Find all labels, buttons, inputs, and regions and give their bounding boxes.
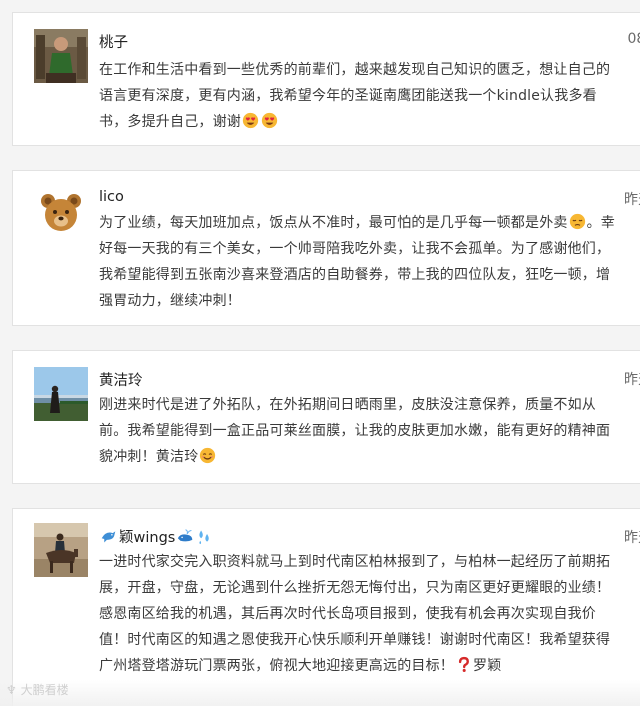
watermark-text: 大鹏看楼 <box>20 683 69 697</box>
comment-card: lico 昨天 为了业绩，每天加班加点，饭点从不准时，最可怕的是几乎每一顿都是外… <box>12 170 640 326</box>
dolphin-icon <box>100 528 117 545</box>
heart-eyes-icon <box>261 112 278 129</box>
comment-text: 为了业绩，每天加班加点，饭点从不准时，最可怕的是几乎每一顿都是外卖 。幸好每一天我… <box>99 210 619 314</box>
comment-card: 颖wings 昨天 一进时代家交完入职资料就马上到时代南区柏林报到了，与柏林一起… <box>12 508 640 706</box>
pensive-face-icon <box>569 213 586 230</box>
heart-eyes-icon <box>242 112 259 129</box>
timestamp: 08: <box>627 31 640 47</box>
avatar[interactable] <box>34 29 88 83</box>
comment-text: 刚进来时代是进了外拓队，在外拓期间日晒雨里，皮肤没注意保养，质量不如从前。我希望… <box>99 392 619 470</box>
nickname[interactable]: 黄洁玲 <box>99 369 143 390</box>
avatar[interactable] <box>34 367 88 421</box>
comment-text-segment: 罗颖 <box>473 658 502 674</box>
whale-icon <box>177 528 194 545</box>
watermark-icon: ♆ <box>6 683 17 697</box>
nickname[interactable]: 桃子 <box>99 31 128 52</box>
avatar[interactable] <box>34 523 88 577</box>
comment-card: 桃子 08: 在工作和生活中看到一些优秀的前辈们，越来越发现自己知识的匮乏，想让… <box>12 12 640 146</box>
comment-text: 一进时代家交完入职资料就马上到时代南区柏林报到了，与柏林一起经历了前期拓展，开盘… <box>99 549 619 679</box>
smiling-face-icon <box>199 447 216 464</box>
avatar[interactable] <box>34 185 88 239</box>
comment-text: 在工作和生活中看到一些优秀的前辈们，越来越发现自己知识的匮乏，想让自己的语言更有… <box>99 57 619 135</box>
red-question-mark-icon <box>455 656 472 673</box>
comment-text-segment: 为了业绩，每天加班加点，饭点从不准时，最可怕的是几乎每一顿都是外卖 <box>99 215 568 231</box>
watermark: ♆ 大鹏看楼 <box>6 681 69 698</box>
comment-text-segment: 在工作和生活中看到一些优秀的前辈们，越来越发现自己知识的匮乏，想让自己的语言更有… <box>99 62 611 130</box>
nickname[interactable]: lico <box>99 189 124 205</box>
comment-card: 黄洁玲 昨天 刚进来时代是进了外拓队，在外拓期间日晒雨里，皮肤没注意保养，质量不… <box>12 350 640 484</box>
sweat-droplets-icon <box>196 528 213 545</box>
bottom-fade <box>0 680 640 706</box>
comment-text-segment: 一进时代家交完入职资料就马上到时代南区柏林报到了，与柏林一起经历了前期拓展，开盘… <box>99 554 611 674</box>
nickname[interactable]: 颖wings <box>99 526 214 547</box>
timestamp: 昨天 <box>624 530 640 546</box>
comment-text-segment: 刚进来时代是进了外拓队，在外拓期间日晒雨里，皮肤没注意保养，质量不如从前。我希望… <box>99 397 611 465</box>
nickname-text: 颖wings <box>119 530 176 546</box>
timestamp: 昨天 <box>624 372 640 388</box>
timestamp: 昨天 <box>624 192 640 208</box>
